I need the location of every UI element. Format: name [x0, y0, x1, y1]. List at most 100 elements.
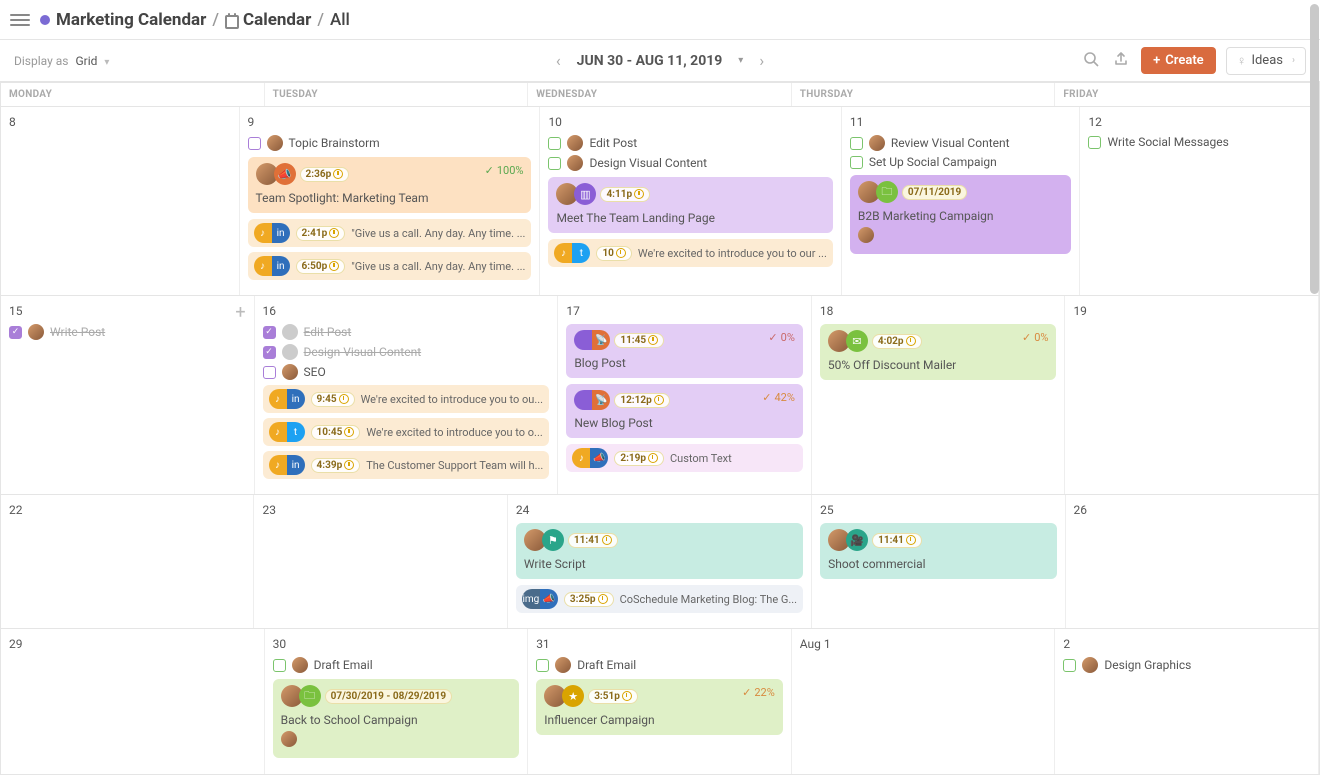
day-cell[interactable]: 23: [254, 495, 507, 628]
day-cell[interactable]: 9Topic Brainstorm📣2:36p✓ 100%Team Spotli…: [240, 107, 541, 295]
task-checkbox[interactable]: ✓: [263, 346, 276, 359]
bar-text: We're excited to introduce you to o...: [366, 426, 543, 439]
clock-icon: [654, 395, 664, 405]
add-item-button[interactable]: +: [235, 302, 245, 323]
display-as-selector[interactable]: Display as Grid ▾: [14, 54, 109, 68]
avatar: [282, 364, 298, 380]
time-chip: 2:41p: [296, 226, 346, 241]
chevron-down-icon[interactable]: ▾: [738, 55, 743, 66]
task-checkbox[interactable]: [1088, 136, 1101, 149]
card-title: New Blog Post: [574, 416, 795, 430]
create-button[interactable]: + Create: [1141, 47, 1216, 74]
day-cell[interactable]: 31Draft Email★3:51p✓ 22%Influencer Campa…: [528, 629, 792, 774]
task-item[interactable]: Write Social Messages: [1088, 135, 1310, 149]
search-icon[interactable]: [1081, 51, 1101, 71]
event-bar[interactable]: img📣3:25pCoSchedule Marketing Blog: The …: [516, 585, 803, 613]
toolbar: Display as Grid ▾ ‹ JUN 30 - AUG 11, 201…: [0, 40, 1320, 82]
nav-prev-icon[interactable]: ‹: [552, 51, 565, 70]
day-header: MONDAY: [1, 83, 265, 106]
avatar: [567, 135, 583, 151]
social-pill: img📣: [522, 589, 558, 609]
share-icon[interactable]: [1111, 51, 1131, 71]
clock-icon: [648, 453, 658, 463]
task-label: Design Visual Content: [589, 156, 707, 170]
task-item[interactable]: Review Visual Content: [850, 135, 1072, 151]
event-card[interactable]: 📣2:36p✓ 100%Team Spotlight: Marketing Te…: [248, 157, 532, 213]
task-checkbox[interactable]: [536, 659, 549, 672]
time-chip: 2:36p: [300, 167, 350, 182]
social-pill: ♪in: [269, 389, 305, 409]
task-item[interactable]: Topic Brainstorm: [248, 135, 532, 151]
task-item[interactable]: Draft Email: [273, 657, 520, 673]
event-bar[interactable]: ♪in6:50p"Give us a call. Any day. Any ti…: [248, 252, 532, 280]
day-cell[interactable]: 17📡11:45✓ 0%Blog Post📡12:12p✓ 42%New Blo…: [558, 296, 812, 494]
event-bar[interactable]: ♪t10:45We're excited to introduce you to…: [263, 418, 550, 446]
date-number: 10: [548, 115, 832, 129]
day-cell[interactable]: 8: [1, 107, 240, 295]
task-item[interactable]: ✓ Edit Post: [263, 324, 550, 340]
task-item[interactable]: Design Visual Content: [548, 155, 832, 171]
task-checkbox[interactable]: [248, 137, 261, 150]
day-cell[interactable]: 16✓Edit Post✓Design Visual ContentSEO♪in…: [255, 296, 559, 494]
day-cell[interactable]: 22: [1, 495, 254, 628]
task-checkbox[interactable]: [548, 157, 561, 170]
task-checkbox[interactable]: [273, 659, 286, 672]
date-range[interactable]: JUN 30 - AUG 11, 2019: [577, 53, 723, 69]
time-chip: 3:25p: [564, 592, 614, 607]
task-checkbox[interactable]: [263, 366, 276, 379]
day-cell[interactable]: 18✉4:02p✓ 0%50% Off Discount Mailer: [812, 296, 1066, 494]
task-item[interactable]: Edit Post: [548, 135, 832, 151]
task-checkbox[interactable]: [850, 137, 863, 150]
day-cell[interactable]: 15+✓Write Post: [1, 296, 255, 494]
task-checkbox[interactable]: [1063, 659, 1076, 672]
event-card[interactable]: 🗀07/11/2019B2B Marketing Campaign: [850, 175, 1072, 254]
task-item[interactable]: SEO: [263, 364, 550, 380]
task-item[interactable]: Set Up Social Campaign: [850, 155, 1072, 169]
time-chip: 4:39p: [311, 458, 361, 473]
event-card[interactable]: ▥4:11pMeet The Team Landing Page: [548, 177, 832, 233]
task-checkbox[interactable]: ✓: [263, 326, 276, 339]
event-card[interactable]: 🗀07/30/2019 - 08/29/2019Back to School C…: [273, 679, 520, 758]
task-checkbox[interactable]: [850, 156, 863, 169]
day-cell[interactable]: 19: [1065, 296, 1319, 494]
task-item[interactable]: Design Graphics: [1063, 657, 1310, 673]
event-card[interactable]: ⚑11:41Write Script: [516, 523, 803, 579]
progress-pct: ✓ 42%: [762, 391, 795, 404]
task-checkbox[interactable]: [548, 137, 561, 150]
event-bar[interactable]: ♪in9:45We're excited to introduce you to…: [263, 385, 550, 413]
event-card[interactable]: ✉4:02p✓ 0%50% Off Discount Mailer: [820, 324, 1057, 380]
day-cell[interactable]: Aug 1: [792, 629, 1056, 774]
menu-icon[interactable]: [10, 10, 30, 30]
event-card[interactable]: 📡12:12p✓ 42%New Blog Post: [566, 384, 803, 438]
day-cell[interactable]: 12Write Social Messages: [1080, 107, 1319, 295]
task-item[interactable]: ✓Design Visual Content: [263, 344, 550, 360]
day-cell[interactable]: 29: [1, 629, 265, 774]
clock-icon: [634, 189, 644, 199]
task-item[interactable]: Draft Email: [536, 657, 783, 673]
day-cell[interactable]: 26: [1066, 495, 1319, 628]
scrollbar[interactable]: [1310, 4, 1319, 294]
task-label: Edit Post: [304, 325, 352, 339]
day-cell[interactable]: 11Review Visual ContentSet Up Social Cam…: [842, 107, 1081, 295]
event-card[interactable]: 📡11:45✓ 0%Blog Post: [566, 324, 803, 378]
event-bar[interactable]: ♪in2:41p"Give us a call. Any day. Any ti…: [248, 219, 532, 247]
day-cell[interactable]: 2Design Graphics: [1055, 629, 1319, 774]
time-chip: 11:45: [614, 333, 664, 348]
breadcrumb-filter[interactable]: All: [330, 10, 350, 30]
time-chip: 10:45: [311, 425, 361, 440]
event-card[interactable]: 🎥11:41Shoot commercial: [820, 523, 1056, 579]
event-card[interactable]: ★3:51p✓ 22%Influencer Campaign: [536, 679, 783, 735]
task-checkbox[interactable]: ✓: [9, 326, 22, 339]
breadcrumb-workspace[interactable]: Marketing Calendar: [56, 10, 206, 30]
day-cell[interactable]: 30Draft Email🗀07/30/2019 - 08/29/2019Bac…: [265, 629, 529, 774]
ideas-button[interactable]: ♀ Ideas ›: [1226, 47, 1306, 75]
day-cell[interactable]: 25🎥11:41Shoot commercial: [812, 495, 1065, 628]
nav-next-icon[interactable]: ›: [755, 51, 768, 70]
event-bar[interactable]: ♪📣2:19pCustom Text: [566, 444, 803, 472]
day-cell[interactable]: 24⚑11:41Write Scriptimg📣3:25pCoSchedule …: [508, 495, 812, 628]
breadcrumb-section[interactable]: Calendar: [243, 10, 311, 30]
event-bar[interactable]: ♪in4:39pThe Customer Support Team will h…: [263, 451, 550, 479]
day-cell[interactable]: 10 Edit Post Design Visual Content ▥4:11pMe…: [540, 107, 841, 295]
event-bar[interactable]: ♪t10We're excited to introduce you to ou…: [548, 239, 832, 267]
task-item[interactable]: ✓Write Post: [9, 324, 246, 340]
